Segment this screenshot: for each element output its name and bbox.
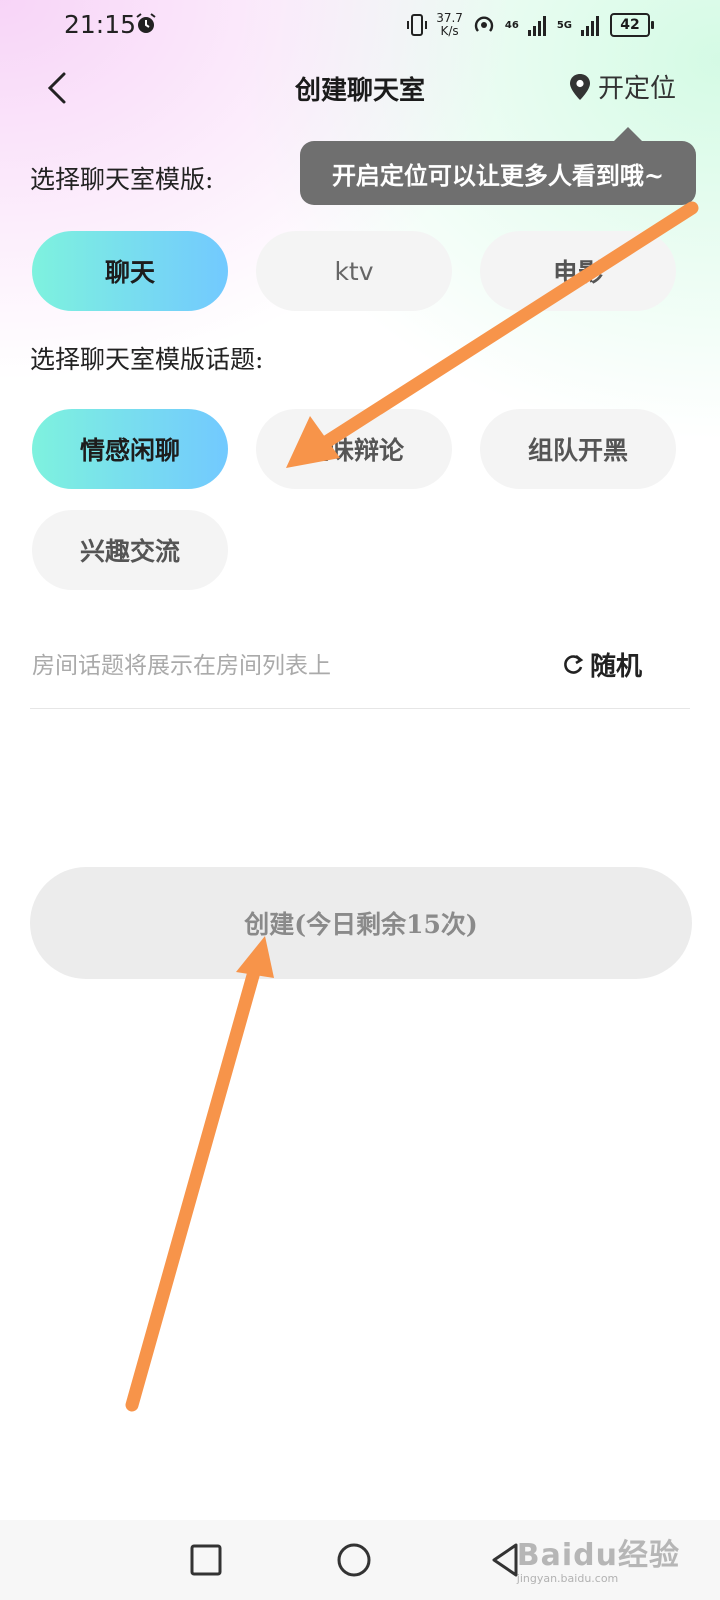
status-icons: 37.7 K/s 46 5G 42 (406, 8, 654, 42)
random-button[interactable]: 随机 (560, 646, 642, 683)
template-chip-row: 聊天 ktv 电影 (0, 231, 720, 311)
topic-chip-grid: 情感闲聊 趣味辩论 组队开黑 兴趣交流 (0, 409, 720, 590)
net-speed-unit: K/s (440, 24, 459, 38)
status-time: 21:15 (64, 10, 137, 39)
net-speed: 37.7 K/s (436, 12, 463, 38)
create-button-label: 创建(今日剩余15次) (244, 910, 478, 939)
signal2-label: 5G (556, 19, 572, 31)
topic-chip-emotional-chat[interactable]: 情感闲聊 (32, 409, 228, 489)
refresh-icon (564, 654, 584, 674)
recent-apps-icon[interactable] (186, 1540, 226, 1580)
location-tooltip: 开启定位可以让更多人看到哦~ (300, 127, 696, 205)
alarm-icon (136, 13, 156, 33)
status-bar: 21:15 37.7 K/s 46 5G 42 (0, 0, 720, 50)
template-chip-chat[interactable]: 聊天 (32, 231, 228, 311)
battery-icon: 42 (610, 13, 654, 37)
home-icon[interactable] (334, 1540, 374, 1580)
topic-chip-interest[interactable]: 兴趣交流 (32, 510, 228, 590)
random-label: 随机 (589, 652, 642, 682)
location-label: 开定位 (597, 74, 676, 104)
topic-chip-debate[interactable]: 趣味辩论 (256, 409, 452, 489)
signal1-label: 46 (504, 19, 519, 31)
topic-input-row: 随机 (30, 628, 690, 709)
location-pin-icon (569, 73, 590, 100)
header: 创建聊天室 开定位 (0, 56, 720, 120)
signal-icon (527, 16, 546, 36)
template-chip-movie[interactable]: 电影 (480, 231, 676, 311)
watermark-main: Baidu经验 (516, 1538, 680, 1573)
hotspot-icon (474, 16, 494, 32)
signal-icon-2 (581, 16, 599, 36)
topic-input[interactable] (32, 646, 532, 686)
template-section-label: 选择聊天室模版: (30, 165, 214, 194)
vibrate-icon (407, 14, 428, 36)
tooltip-text: 开启定位可以让更多人看到哦~ (331, 160, 665, 190)
topic-chip-team-gaming[interactable]: 组队开黑 (480, 409, 676, 489)
annotation-arrow-to-create (125, 936, 274, 1412)
baidu-watermark: Baidu经验 jingyan.baidu.com (517, 1530, 680, 1585)
topic-section-label: 选择聊天室模版话题: (30, 345, 264, 374)
location-button[interactable]: 开定位 (568, 68, 676, 105)
template-chip-ktv[interactable]: ktv (256, 231, 452, 311)
create-button[interactable]: 创建(今日剩余15次) (30, 867, 692, 979)
watermark-sub: jingyan.baidu.com (516, 1572, 619, 1585)
